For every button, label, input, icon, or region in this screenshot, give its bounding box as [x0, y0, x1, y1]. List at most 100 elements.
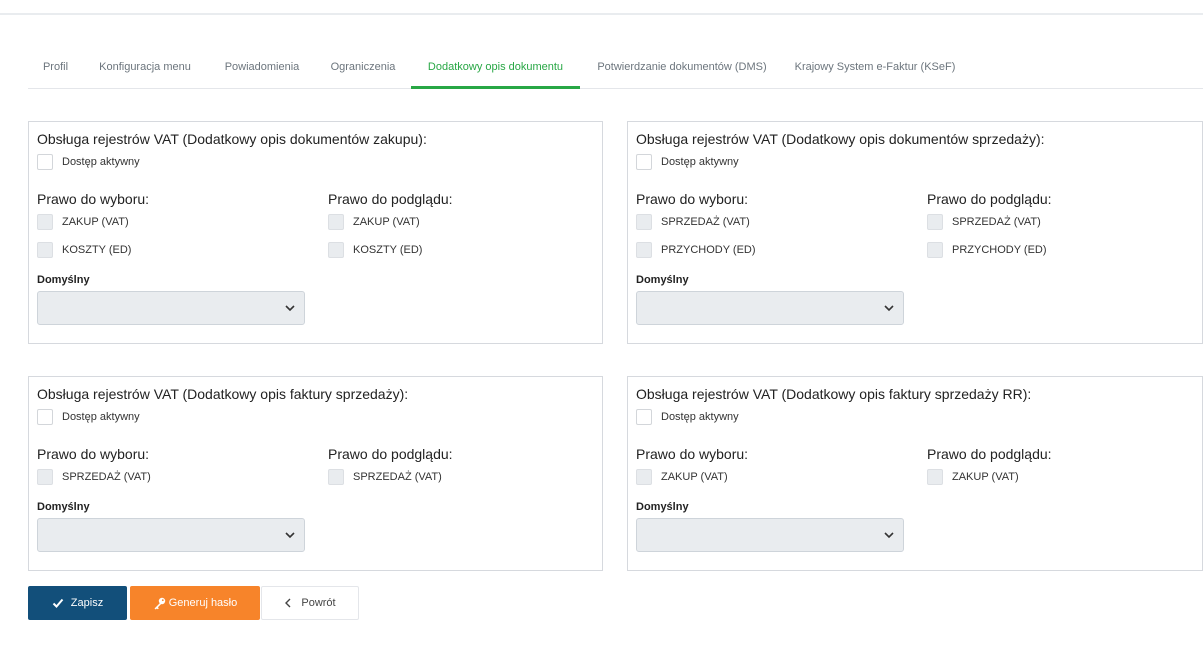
default-label: Domyślny: [636, 274, 689, 286]
checkbox-label: PRZYCHODY (ED): [661, 244, 756, 256]
back-button[interactable]: Powrót: [261, 586, 359, 620]
view-item[interactable]: PRZYCHODY (ED): [927, 242, 1047, 258]
panel-sales-invoice: Obsługa rejestrów VAT (Dodatkowy opis fa…: [28, 376, 603, 571]
checkbox-label: Dostęp aktywny: [62, 411, 140, 423]
view-item[interactable]: ZAKUP (VAT): [927, 469, 1019, 485]
panel-sales-documents: Obsługa rejestrów VAT (Dodatkowy opis do…: [627, 121, 1203, 344]
checkbox-label: PRZYCHODY (ED): [952, 244, 1047, 256]
checkbox-label: KOSZTY (ED): [353, 244, 423, 256]
tab-label: Krajowy System e-Faktur (KSeF): [794, 61, 956, 73]
checkbox-label: ZAKUP (VAT): [661, 471, 728, 483]
choose-rights-title: Prawo do wyboru:: [37, 191, 150, 207]
checkbox-label: ZAKUP (VAT): [952, 471, 1019, 483]
checkbox[interactable]: [636, 242, 652, 258]
chevron-down-icon: [884, 305, 894, 312]
tab-dodatkowy-opis-dokumentu[interactable]: Dodatkowy opis dokumentu: [411, 50, 580, 89]
chevron-down-icon: [285, 532, 295, 539]
default-label: Domyślny: [37, 501, 90, 513]
access-active-checkbox-row[interactable]: Dostęp aktywny: [636, 409, 739, 425]
choose-item[interactable]: SPRZEDAŻ (VAT): [636, 214, 750, 230]
generate-password-button[interactable]: Generuj hasło: [130, 586, 260, 620]
tab-profil[interactable]: Profil: [28, 50, 83, 89]
view-item[interactable]: KOSZTY (ED): [328, 242, 422, 258]
access-active-checkbox-row[interactable]: Dostęp aktywny: [37, 409, 140, 425]
access-active-checkbox[interactable]: [37, 154, 53, 170]
access-active-checkbox-row[interactable]: Dostęp aktywny: [636, 154, 739, 170]
checkbox-label: ZAKUP (VAT): [62, 216, 129, 228]
checkbox-label: SPRZEDAŻ (VAT): [952, 216, 1041, 228]
checkbox[interactable]: [37, 214, 53, 230]
check-icon: [52, 598, 64, 608]
panel-title: Obsługa rejestrów VAT (Dodatkowy opis do…: [636, 131, 1045, 147]
tab-ksef[interactable]: Krajowy System e-Faktur (KSeF): [784, 50, 966, 89]
checkbox-label: SPRZEDAŻ (VAT): [661, 216, 750, 228]
choose-item[interactable]: ZAKUP (VAT): [636, 469, 728, 485]
panel-purchase-documents: Obsługa rejestrów VAT (Dodatkowy opis do…: [28, 121, 603, 344]
default-select[interactable]: [37, 291, 305, 325]
back-button-label: Powrót: [301, 597, 336, 609]
tab-label: Konfiguracja menu: [99, 61, 191, 73]
checkbox[interactable]: [927, 214, 943, 230]
tab-konfiguracja-menu[interactable]: Konfiguracja menu: [85, 50, 205, 89]
access-active-checkbox[interactable]: [636, 409, 652, 425]
choose-item[interactable]: ZAKUP (VAT): [37, 214, 129, 230]
checkbox[interactable]: [37, 242, 53, 258]
chevron-down-icon: [285, 305, 295, 312]
panel-title: Obsługa rejestrów VAT (Dodatkowy opis fa…: [636, 386, 1032, 402]
default-select[interactable]: [636, 518, 904, 552]
tab-label: Potwierdzanie dokumentów (DMS): [597, 61, 767, 73]
checkbox[interactable]: [328, 214, 344, 230]
chevron-down-icon: [884, 532, 894, 539]
choose-rights-title: Prawo do wyboru:: [636, 446, 749, 462]
view-rights-title: Prawo do podglądu:: [328, 191, 453, 207]
choose-item[interactable]: PRZYCHODY (ED): [636, 242, 756, 258]
view-rights-title: Prawo do podglądu:: [328, 446, 453, 462]
checkbox-label: SPRZEDAŻ (VAT): [62, 471, 151, 483]
checkbox-label: Dostęp aktywny: [661, 411, 739, 423]
checkbox[interactable]: [328, 469, 344, 485]
view-item[interactable]: SPRZEDAŻ (VAT): [927, 214, 1041, 230]
choose-rights-title: Prawo do wyboru:: [37, 446, 150, 462]
view-rights-title: Prawo do podglądu:: [927, 191, 1052, 207]
tab-label: Profil: [42, 61, 69, 73]
top-divider: [0, 13, 1203, 15]
checkbox-label: Dostęp aktywny: [62, 156, 140, 168]
tab-ograniczenia[interactable]: Ograniczenia: [319, 50, 407, 89]
checkbox[interactable]: [927, 242, 943, 258]
access-active-checkbox[interactable]: [37, 409, 53, 425]
view-item[interactable]: ZAKUP (VAT): [328, 214, 420, 230]
default-select[interactable]: [636, 291, 904, 325]
checkbox[interactable]: [927, 469, 943, 485]
view-item[interactable]: SPRZEDAŻ (VAT): [328, 469, 442, 485]
save-button[interactable]: Zapisz: [28, 586, 127, 620]
default-label: Domyślny: [37, 274, 90, 286]
save-button-label: Zapisz: [70, 597, 104, 609]
access-active-checkbox[interactable]: [636, 154, 652, 170]
tab-label: Powiadomienia: [224, 61, 300, 73]
chevron-left-icon: [285, 598, 291, 608]
checkbox-label: ZAKUP (VAT): [353, 216, 420, 228]
tab-label: Dodatkowy opis dokumentu: [427, 61, 564, 73]
checkbox[interactable]: [37, 469, 53, 485]
panel-sales-invoice-rr: Obsługa rejestrów VAT (Dodatkowy opis fa…: [627, 376, 1203, 571]
choose-item[interactable]: SPRZEDAŻ (VAT): [37, 469, 151, 485]
panel-title: Obsługa rejestrów VAT (Dodatkowy opis do…: [37, 131, 427, 147]
tab-bar: Profil Konfiguracja menu Powiadomienia O…: [28, 50, 1203, 89]
panel-title: Obsługa rejestrów VAT (Dodatkowy opis fa…: [37, 386, 409, 402]
choose-item[interactable]: KOSZTY (ED): [37, 242, 131, 258]
checkbox[interactable]: [636, 214, 652, 230]
access-active-checkbox-row[interactable]: Dostęp aktywny: [37, 154, 140, 170]
default-select[interactable]: [37, 518, 305, 552]
checkbox-label: SPRZEDAŻ (VAT): [353, 471, 442, 483]
checkbox[interactable]: [636, 469, 652, 485]
tab-powiadomienia[interactable]: Powiadomienia: [208, 50, 316, 89]
view-rights-title: Prawo do podglądu:: [927, 446, 1052, 462]
checkbox[interactable]: [328, 242, 344, 258]
key-icon: [154, 597, 165, 609]
tab-potwierdzanie-dokumentow[interactable]: Potwierdzanie dokumentów (DMS): [584, 50, 780, 89]
checkbox-label: KOSZTY (ED): [62, 244, 132, 256]
checkbox-label: Dostęp aktywny: [661, 156, 739, 168]
choose-rights-title: Prawo do wyboru:: [636, 191, 749, 207]
tab-label: Ograniczenia: [330, 61, 396, 73]
generate-password-label: Generuj hasło: [168, 597, 238, 609]
